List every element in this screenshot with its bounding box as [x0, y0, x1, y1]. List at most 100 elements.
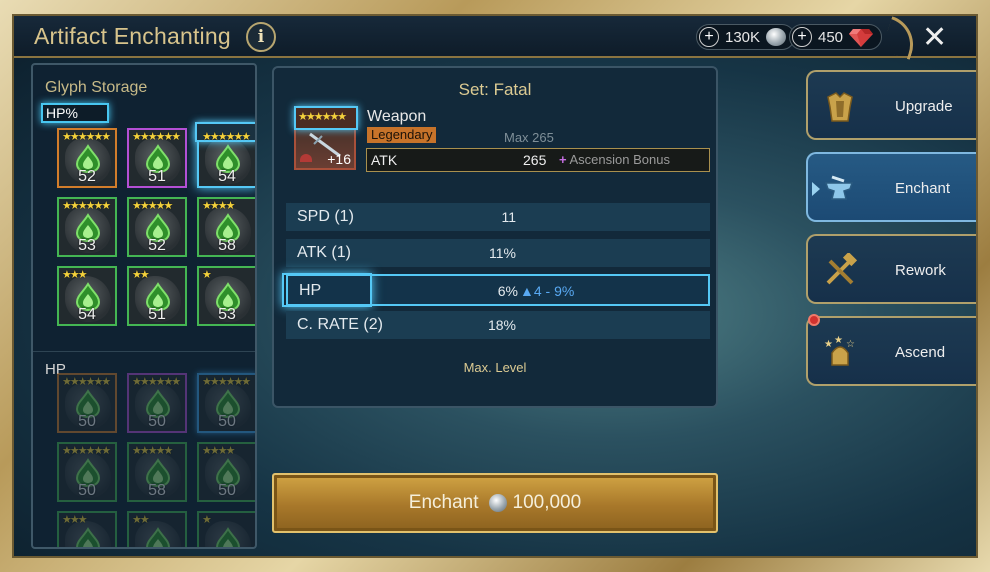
glyph-stars: ★★★★★★ [62, 131, 111, 143]
glyph-stars: ★★★★★ [132, 445, 173, 457]
enchant-button[interactable]: Enchant 100,000 [272, 473, 718, 533]
selected-substat-highlight [282, 273, 372, 307]
tab-upgrade-label: Upgrade [895, 98, 953, 115]
glyph-tile[interactable]: ★★★★ 58 [197, 197, 255, 257]
main-stat-value: 265 [523, 152, 547, 168]
glyph-level: 54 [218, 168, 236, 185]
tab-ascend-label: Ascend [895, 344, 946, 361]
glyph-stars: ★ [202, 514, 212, 526]
substat-row: C. RATE (2) 18% [286, 311, 710, 339]
ruby-gem-icon [849, 29, 874, 47]
tab-enchant-label: Enchant [895, 180, 951, 197]
ascend-helmet-icon: ★ ★ ☆ [824, 335, 855, 366]
glyph-drop-icon [145, 527, 171, 547]
add-silver-button[interactable]: + [699, 27, 719, 47]
artifact-name: Weapon [367, 108, 427, 125]
glyph-level: 50 [78, 413, 96, 430]
glyph-tile[interactable]: ★★★★★★ 54 [195, 122, 255, 188]
silver-amount: 130K [725, 28, 761, 46]
artifact-weapon-icon[interactable]: ★★★★★★ +16 [294, 106, 358, 170]
section-divider [33, 351, 255, 352]
enchant-cost: 100,000 [512, 492, 582, 513]
glyph-tile[interactable]: ★★★★★ 52 [127, 197, 187, 257]
tab-upgrade[interactable]: Upgrade [806, 70, 976, 140]
glyph-tile[interactable]: ★ 53 [197, 266, 255, 326]
substat-row: SPD (1) 11 [286, 203, 710, 231]
enchanting-screen: Artifact Enchanting i + 130K + 450 ✕ Gly… [12, 14, 978, 558]
enchant-range: ▲4 - 9% [520, 283, 575, 299]
glyph-stars: ★★★ [62, 269, 88, 281]
artifact-level: +16 [327, 151, 351, 167]
glyph-level: 50 [148, 413, 166, 430]
glyph-level: 50 [218, 413, 236, 430]
glyph-stars: ★★★★★★ [62, 445, 111, 457]
glyph-stars: ★★ [132, 514, 150, 526]
gem-currency: + 450 [789, 24, 883, 50]
substat-value: 6% [497, 283, 518, 299]
glyph-tile[interactable]: ★★★★★★ 50 [57, 442, 117, 502]
glyph-tile[interactable]: ★ [197, 511, 255, 547]
anvil-icon [824, 175, 854, 200]
glyph-stars: ★★★★★★ [132, 131, 181, 143]
silver-coin-icon [488, 494, 507, 512]
substat-name: ATK (1) [297, 244, 351, 261]
glyph-stars: ★★★★★ [132, 200, 173, 212]
svg-text:★: ★ [824, 339, 833, 350]
glyph-stars: ★★★★★★ [62, 200, 111, 212]
svg-text:★: ★ [834, 335, 843, 346]
substat-value: 18% [487, 317, 516, 333]
glyph-tile[interactable]: ★★★★★★ 51 [127, 128, 187, 188]
artifact-set-label: Set: Fatal [458, 80, 532, 99]
glyph-stars: ★★★ [62, 514, 88, 526]
substat-row: ATK (1) 11% [286, 239, 710, 267]
artifact-stars: ★★★★★★ [294, 106, 358, 130]
glyph-tile[interactable]: ★★ [127, 511, 187, 547]
glyph-level: 58 [148, 482, 166, 499]
glyph-tile[interactable]: ★★★★★ 58 [127, 442, 187, 502]
glyph-drop-icon [215, 527, 241, 547]
glyph-stars: ★★★★ [202, 200, 235, 212]
gem-amount: 450 [818, 28, 844, 46]
silver-currency: + 130K [696, 24, 796, 50]
tab-rework-label: Rework [895, 262, 946, 279]
substat-value: 11% [489, 245, 516, 261]
glyph-tile[interactable]: ★★★★★★ 50 [127, 373, 187, 433]
glyph-storage-title: Glyph Storage [45, 79, 148, 96]
title-corner-ornament [881, 16, 921, 60]
glyph-filter-hp-percent[interactable]: HP% [41, 103, 109, 123]
glyph-tile[interactable]: ★★★ [57, 511, 117, 547]
info-button[interactable]: i [246, 22, 276, 52]
glyph-level: 52 [78, 168, 96, 185]
glyph-tile[interactable]: ★★★★ 50 [197, 442, 255, 502]
glyph-tile[interactable]: ★★★ 54 [57, 266, 117, 326]
artifact-rarity-badge: Legendary [367, 127, 437, 143]
add-gems-button[interactable]: + [792, 27, 812, 47]
glyph-level: 50 [218, 482, 236, 499]
main-stat-row: ATK 265 + Ascension Bonus [366, 148, 710, 172]
enchant-button-label: Enchant [408, 492, 479, 513]
close-button[interactable]: ✕ [922, 20, 947, 55]
ascension-plus: + [559, 152, 567, 167]
tab-enchant[interactable]: Enchant [806, 152, 976, 222]
glyph-tile[interactable]: ★★★★★★ 52 [57, 128, 117, 188]
glyph-tile[interactable]: ★★★★★★ 50 [197, 373, 255, 433]
glyph-storage-panel[interactable]: Glyph Storage HP% ★★★★★★ 52 ★★★★★★ 51 ★★★★★★… [31, 63, 257, 549]
ascension-bonus-text: Ascension Bonus [569, 152, 670, 167]
ascension-bonus-label: + Ascension Bonus [559, 152, 670, 167]
glyph-level: 52 [148, 237, 166, 254]
glyph-level: 54 [78, 306, 96, 323]
set-emblem-icon [300, 154, 312, 162]
tab-rework[interactable]: Rework [806, 234, 976, 304]
glyph-stars: ★ [202, 269, 212, 281]
max-level-label: Max. Level [463, 360, 527, 375]
glyph-tile[interactable]: ★★★★★★ 50 [57, 373, 117, 433]
substat-row-selected[interactable]: HP 6% ▲4 - 9% [282, 273, 710, 307]
glyph-stars: ★★★★ [202, 445, 235, 457]
substat-name: HP [299, 282, 322, 299]
glyph-tile[interactable]: ★★★★★★ 53 [57, 197, 117, 257]
glyph-tile[interactable]: ★★ 51 [127, 266, 187, 326]
glyph-stars: ★★★★★★ [202, 131, 251, 143]
tab-ascend[interactable]: ★ ★ ☆ Ascend [806, 316, 976, 386]
glyph-level: 53 [78, 237, 96, 254]
glyph-drop-icon [75, 527, 101, 547]
